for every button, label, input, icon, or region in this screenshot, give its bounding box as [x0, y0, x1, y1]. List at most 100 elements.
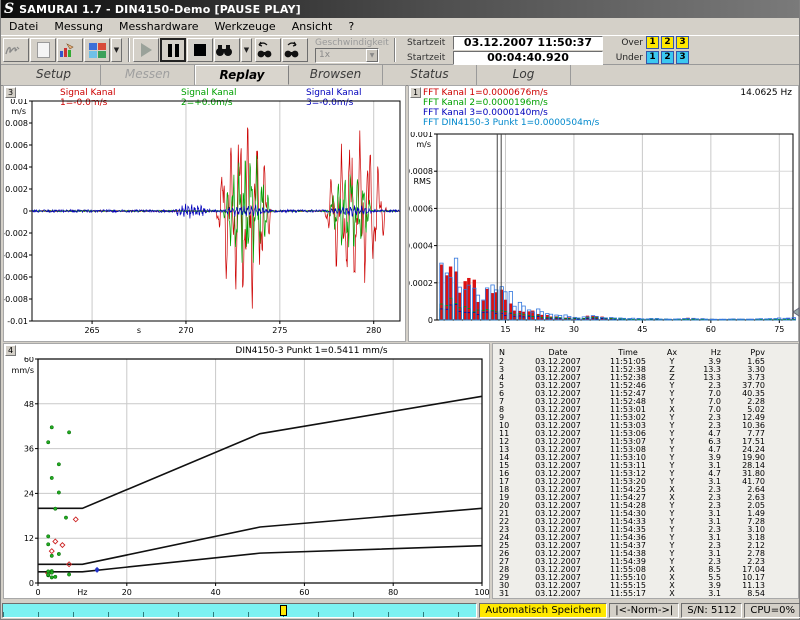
signal-plot[interactable]: 0.010.0080.0060.0040.0020-0.002-0.004-0.…	[4, 99, 407, 343]
menu-item-messung[interactable]: Messung	[46, 18, 111, 35]
fft-plot[interactable]: 0.0010.00080.00060.00040.00020m/sRMS1530…	[409, 132, 800, 343]
play-button[interactable]	[133, 38, 159, 62]
over-channel-indicator[interactable]: 1	[646, 36, 659, 49]
menu-item-datei[interactable]: Datei	[1, 18, 46, 35]
tab-replay[interactable]: Replay	[195, 65, 289, 85]
over-under-indicators: Over 123 Under 123	[613, 35, 691, 66]
panel-badge[interactable]: 4	[5, 345, 16, 356]
under-channel-indicator[interactable]: 2	[661, 51, 674, 64]
startzeit-label-1: Startzeit	[407, 38, 453, 48]
signature-icon	[4, 43, 22, 57]
svg-text:-0.002: -0.002	[4, 229, 28, 238]
tab-setup[interactable]: Setup	[7, 65, 101, 85]
table-cell: 3.1	[685, 590, 721, 598]
event-table-panel[interactable]: NDateTimeAxHzPpv203.12.200711:51:05Y3.91…	[492, 343, 799, 599]
svg-text:280: 280	[366, 326, 381, 335]
svg-text:0.0002: 0.0002	[409, 279, 433, 288]
signal-chart-panel: 3 Signal Kanal 1=-0.0m/sSignal Kanal 2=+…	[3, 85, 406, 342]
over-label: Over	[613, 38, 643, 48]
svg-text:0.006: 0.006	[5, 141, 28, 150]
under-label: Under	[613, 53, 643, 63]
search-next-button[interactable]	[282, 38, 308, 62]
menu-item-ansicht[interactable]: Ansicht	[284, 18, 341, 35]
pause-button[interactable]	[160, 38, 186, 62]
signature-button[interactable]	[3, 38, 29, 62]
timeline-marker[interactable]	[280, 605, 287, 616]
svg-text:-0.006: -0.006	[4, 273, 28, 282]
search-button[interactable]	[214, 38, 240, 62]
binoculars-back-icon	[256, 41, 272, 59]
status-bar: Automatisch Speichern |<-Norm->| S/N: 51…	[1, 602, 800, 619]
menu-item-werkzeuge[interactable]: Werkzeuge	[207, 18, 284, 35]
new-file-icon	[37, 42, 50, 58]
svg-text:0: 0	[23, 207, 28, 216]
svg-text:75: 75	[774, 325, 784, 334]
serial-number: S/N: 5112	[681, 603, 742, 618]
svg-text:Hz: Hz	[77, 588, 87, 597]
new-file-button[interactable]	[30, 38, 56, 62]
din-chart-title: DIN4150-3 Punkt 1=0.5411 mm/s	[4, 346, 489, 356]
table-cell: 8.54	[721, 590, 765, 598]
svg-text:mm/s: mm/s	[12, 366, 34, 375]
svg-text:0.002: 0.002	[5, 185, 28, 194]
svg-text:0: 0	[35, 588, 40, 597]
start-time-block: Startzeit 03.12.2007 11:50:37 Startzeit …	[407, 35, 603, 66]
stop-icon	[194, 44, 206, 56]
svg-text:80: 80	[388, 588, 398, 597]
table-cell: X	[659, 590, 685, 598]
din-chart-panel: 4 DIN4150-3 Punkt 1=0.5411 mm/s 60483624…	[3, 343, 490, 599]
table-cell: 03.12.2007	[519, 590, 597, 598]
startzeit-value-1: 03.12.2007 11:50:37	[453, 36, 603, 50]
tab-messen[interactable]: Messen	[101, 65, 195, 85]
search-previous-button[interactable]	[255, 38, 281, 62]
svg-text:0.01: 0.01	[10, 99, 28, 106]
measurement-hardware-button[interactable]	[57, 38, 83, 62]
window-layout-button[interactable]	[84, 38, 110, 62]
menu-item-[interactable]: ?	[340, 18, 362, 35]
hand-chart-icon	[58, 42, 76, 58]
svg-text:100: 100	[474, 588, 489, 597]
event-table[interactable]: NDateTimeAxHzPpv203.12.200711:51:05Y3.91…	[495, 348, 796, 598]
svg-text:12: 12	[24, 534, 34, 543]
over-channel-indicator[interactable]: 3	[676, 36, 689, 49]
speed-select[interactable]: 1x ▼	[315, 48, 379, 63]
tab-browsen[interactable]: Browsen	[289, 65, 383, 85]
svg-text:275: 275	[272, 326, 287, 335]
timeline-slider[interactable]	[2, 603, 477, 618]
svg-text:-0.01: -0.01	[7, 317, 28, 326]
svg-text:20: 20	[122, 588, 132, 597]
table-row[interactable]: 3103.12.200711:55:17X3.18.54	[495, 590, 796, 598]
menu-bar: DateiMessungMesshardwareWerkzeugeAnsicht…	[1, 18, 799, 36]
panel-badge[interactable]: 1	[410, 87, 421, 98]
svg-text:0: 0	[29, 579, 34, 588]
tab-status[interactable]: Status	[383, 65, 477, 85]
svg-text:45: 45	[637, 325, 647, 334]
layout-dropdown-button[interactable]: ▼	[111, 38, 122, 62]
fft-pan-marker	[793, 308, 799, 316]
legend-entry: FFT Kanal 1=0.0000676m/s	[423, 88, 599, 98]
pause-icon	[168, 44, 179, 57]
binoculars-icon	[215, 44, 233, 57]
norm-button[interactable]: |<-Norm->|	[609, 603, 679, 618]
under-channel-indicator[interactable]: 1	[646, 51, 659, 64]
menu-item-messhardware[interactable]: Messhardware	[111, 18, 207, 35]
svg-text:m/s: m/s	[416, 140, 431, 149]
window-layout-icon	[89, 43, 106, 58]
fft-legend: FFT Kanal 1=0.0000676m/sFFT Kanal 2=0.00…	[423, 88, 599, 128]
svg-text:60: 60	[299, 588, 309, 597]
fft-cursor-readout: 14.0625 Hz	[740, 88, 792, 98]
tab-log[interactable]: Log	[477, 65, 571, 85]
svg-text:265: 265	[84, 326, 99, 335]
svg-text:Hz: Hz	[535, 325, 545, 334]
svg-text:24: 24	[24, 489, 34, 498]
under-channel-indicator[interactable]: 3	[676, 51, 689, 64]
app-window: S SAMURAI 1.7 - DIN4150-Demo [PAUSE PLAY…	[0, 0, 800, 620]
din-plot[interactable]: 60483624120mm/s020406080100Hz	[4, 357, 491, 600]
stop-button[interactable]	[187, 38, 213, 62]
panel-badge[interactable]: 3	[5, 87, 16, 98]
toolbar-separator	[394, 38, 396, 62]
search-dropdown-button[interactable]: ▼	[241, 38, 252, 62]
startzeit-value-2: 00:04:40.920	[453, 51, 603, 65]
svg-text:0.004: 0.004	[5, 163, 28, 172]
over-channel-indicator[interactable]: 2	[661, 36, 674, 49]
